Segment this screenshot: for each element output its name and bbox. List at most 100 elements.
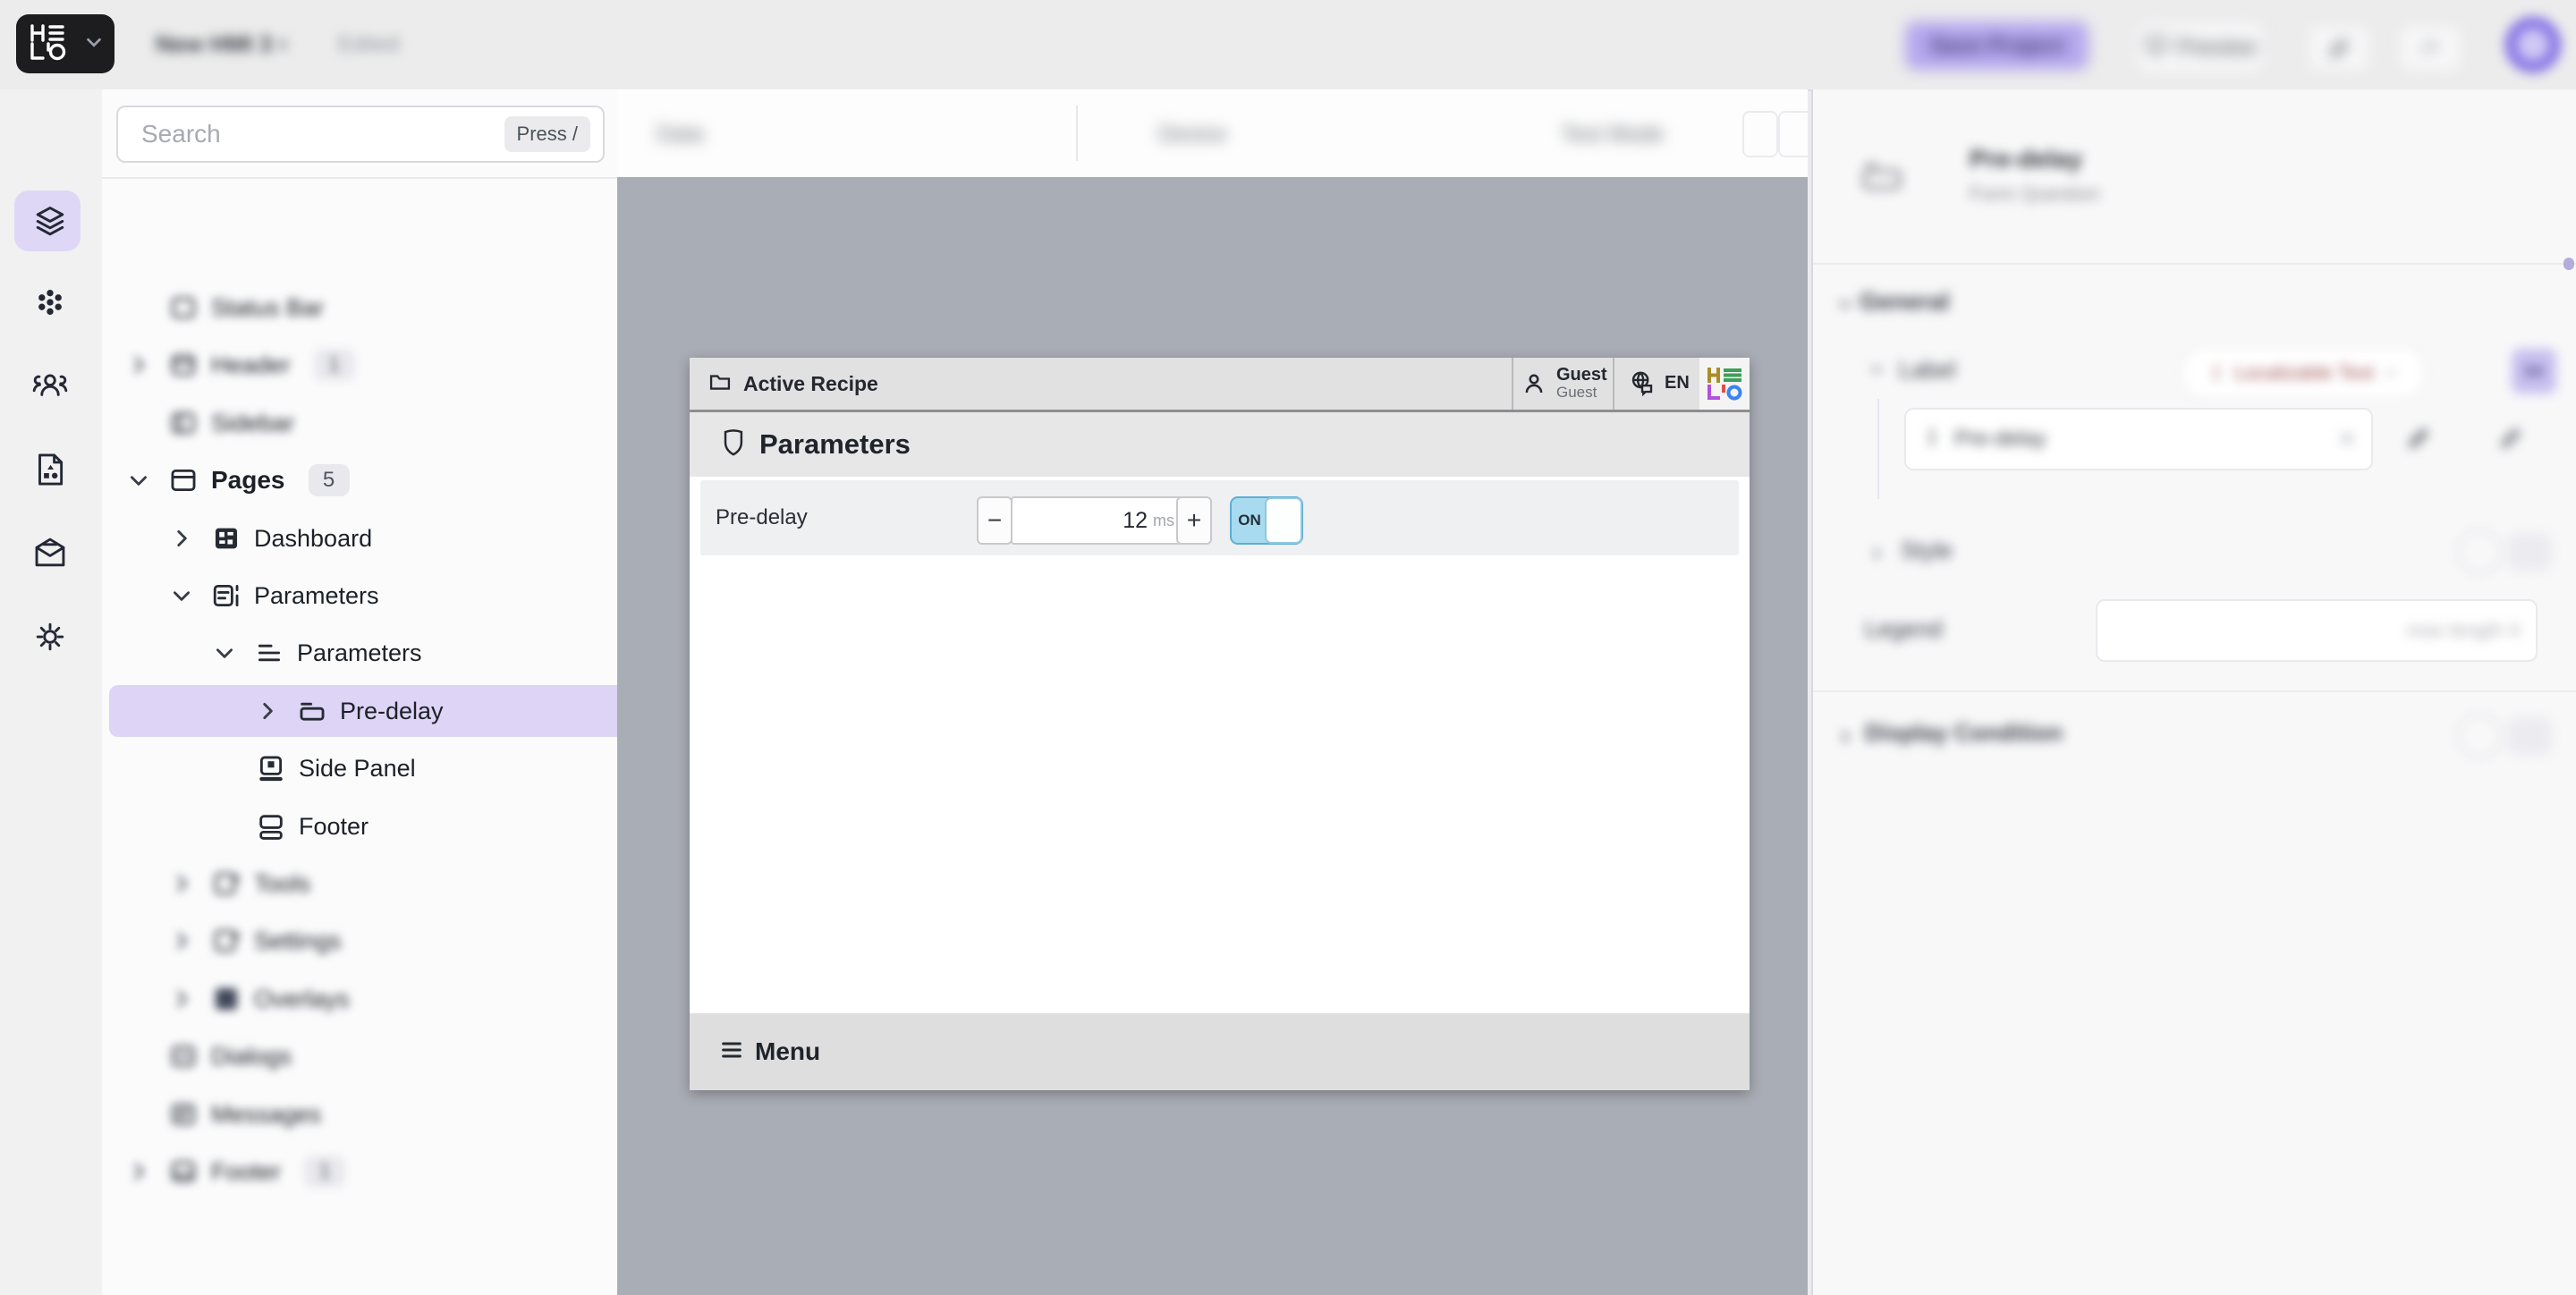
label-value-input[interactable]: Pre-delay ✕ [1904,408,2373,470]
expand-chevron[interactable] [213,641,254,664]
condition-toggle[interactable] [2507,717,2552,755]
tree-item-parameters-page[interactable]: Parameters [109,570,676,622]
messages-nav-button[interactable] [27,529,73,576]
users-nav-button[interactable] [27,362,73,409]
globe-language-icon [1631,371,1653,396]
legend-input[interactable]: max length 4 [2096,599,2538,662]
legend-row-header: Legend [1865,615,1943,642]
chevron-right-icon[interactable] [1835,726,1856,752]
toggle-on-label: ON [1238,512,1261,529]
localizable-text-chip[interactable]: Localizable Text [2182,347,2425,399]
components-nav-button[interactable] [27,279,73,326]
pages-icon [168,465,199,495]
style-toggle[interactable] [2507,533,2552,571]
user-icon [1525,374,1543,394]
user-avatar[interactable] [2504,16,2562,73]
save-project-button[interactable]: Save Project [1905,21,2089,70]
tree-label: Tools [254,869,311,897]
tree-item-pages[interactable]: Pages 5 [109,454,633,506]
expand-chevron[interactable] [127,469,168,492]
canvas-toolbar: Data Parameter PLC Device Test Mode [617,89,1814,247]
tree-item-dashboard[interactable]: Dashboard [109,512,676,564]
monitor-icon [2145,33,2168,63]
chevron-right-icon[interactable] [1867,544,1886,568]
toolbar-extra-cell [1778,111,1814,157]
tree-item-dialogs[interactable]: Dialogs [109,1030,633,1082]
count-badge: 1 [313,349,355,381]
dialogs-icon [168,1041,199,1071]
search-shortcut-kbd: Press / [504,116,590,152]
increment-button[interactable]: + [1176,496,1212,545]
search-input[interactable]: Search Press / [116,106,605,163]
chevron-down-icon[interactable]: ▾ [277,32,288,58]
clear-icon[interactable]: ✕ [2337,426,2357,453]
device-language-button[interactable]: EN [1629,369,1690,396]
expand-chevron[interactable] [170,584,211,607]
device-preview[interactable]: Active Recipe Guest Guest EN Parameters … [690,358,1750,1090]
edit-label-button[interactable] [2390,413,2447,463]
tree-label: Status Bar [211,293,325,321]
layers-nav-button[interactable] [27,199,73,245]
display-condition-header[interactable]: Display Condition [1865,719,2063,747]
tree-item-header[interactable]: Header 1 [109,339,633,391]
on-off-toggle[interactable]: ON [1230,496,1303,545]
project-title[interactable]: New HMI 3 [156,30,272,58]
expand-chevron[interactable] [256,699,297,723]
app-logo-menu[interactable] [16,14,114,73]
messages-icon [168,1099,199,1130]
tree-item-sidebar[interactable]: Sidebar [109,397,633,449]
preview-button[interactable]: Preview [2136,21,2265,73]
tree-item-status-bar[interactable]: Status Bar [109,282,633,334]
side-panel-icon [256,753,286,783]
tree-label: Parameters [297,639,422,666]
decrement-button[interactable]: − [977,496,1013,545]
device-menu-bar[interactable]: Menu [690,1013,1750,1090]
toggle-knob[interactable] [1265,497,1302,544]
data-label: Data [657,122,704,147]
design-canvas[interactable]: Active Recipe Guest Guest EN Parameters … [617,177,1808,1295]
edit-translations-button[interactable] [2482,413,2539,463]
folder-group-icon [297,696,327,726]
shield-icon [720,427,747,462]
tree-item-settings[interactable]: Settings [109,915,676,967]
expand-chevron[interactable] [170,527,211,550]
legend-hint: max length 4 [2407,619,2520,641]
style-row-header[interactable]: Style [1901,537,1953,564]
redo-button[interactable] [2399,25,2462,72]
style-info-button[interactable] [2457,529,2502,574]
tree-item-overlays[interactable]: Overlays [109,973,676,1025]
tree-label: Parameters [254,581,379,609]
assets-nav-button[interactable] [27,446,73,493]
device-page-title: Parameters [759,428,911,460]
general-section-header[interactable]: General [1860,288,1950,316]
tree-item-messages[interactable]: Messages [109,1088,633,1140]
settings-nav-button[interactable] [27,614,73,660]
chevron-down-icon[interactable] [1835,293,1856,319]
label-row-header[interactable]: Label [1899,356,1956,384]
status-bar-icon [168,292,199,323]
value-input[interactable]: 12 ms [1011,496,1187,545]
folder-icon [708,369,733,399]
divider [1813,690,2576,692]
active-recipe-label: Active Recipe [743,371,878,395]
users-group-icon [32,374,68,396]
edit-button[interactable] [2308,25,2370,72]
count-badge: 1 [304,1155,346,1188]
condition-info-button[interactable] [2457,714,2502,758]
app-window: New HMI 3 ▾ Edited Save Project Preview [0,0,2576,1295]
chevron-down-icon[interactable] [1867,360,1886,384]
device-status-bar: Active Recipe Guest Guest EN [690,358,1750,412]
dots-grid-icon [38,289,62,316]
layers-sidebar: Search Press / Status Bar Header 1 Sideb… [102,89,762,1295]
device-user-button[interactable]: Guest Guest [1521,366,1607,402]
helo-logo-icon [27,22,77,66]
icon-rail [0,89,104,1295]
footer-icon [256,811,286,842]
scrollbar-thumb[interactable] [2563,258,2574,270]
sidebar-icon [168,408,199,438]
tree-item-tools[interactable]: Tools [109,858,676,910]
tree-label: Overlays [254,985,350,1012]
bind-variable-button[interactable] [2512,349,2556,394]
tree-item-footer[interactable]: Footer 1 [109,1146,633,1198]
device-label: Device [1158,122,1227,147]
